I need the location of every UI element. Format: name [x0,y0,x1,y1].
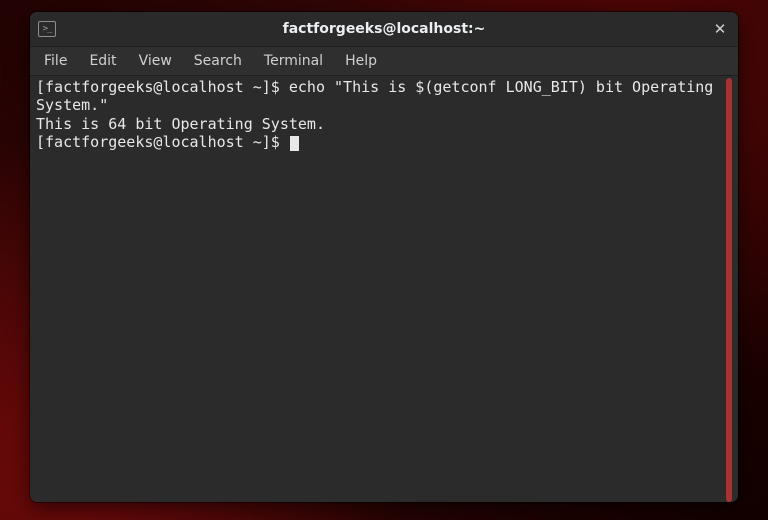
prompt: [factforgeeks@localhost ~]$ [36,78,289,96]
titlebar[interactable]: >_ factforgeeks@localhost:~ ✕ [30,12,738,47]
terminal-icon: >_ [38,21,56,37]
window-title: factforgeeks@localhost:~ [283,21,486,37]
prompt-2: [factforgeeks@localhost ~]$ [36,133,289,151]
terminal-area[interactable]: [factforgeeks@localhost ~]$ echo "This i… [30,76,738,502]
menu-help[interactable]: Help [335,49,387,73]
close-icon[interactable]: ✕ [710,19,730,39]
cursor [290,136,299,151]
terminal-text[interactable]: [factforgeeks@localhost ~]$ echo "This i… [36,78,726,502]
terminal-window: >_ factforgeeks@localhost:~ ✕ File Edit … [30,12,738,502]
menu-terminal[interactable]: Terminal [254,49,333,73]
menu-view[interactable]: View [129,49,182,73]
menubar: File Edit View Search Terminal Help [30,47,738,76]
menu-edit[interactable]: Edit [79,49,126,73]
menu-search[interactable]: Search [184,49,252,73]
output-text: This is 64 bit Operating System. [36,115,325,133]
menu-file[interactable]: File [34,49,77,73]
scrollbar[interactable] [726,78,732,502]
